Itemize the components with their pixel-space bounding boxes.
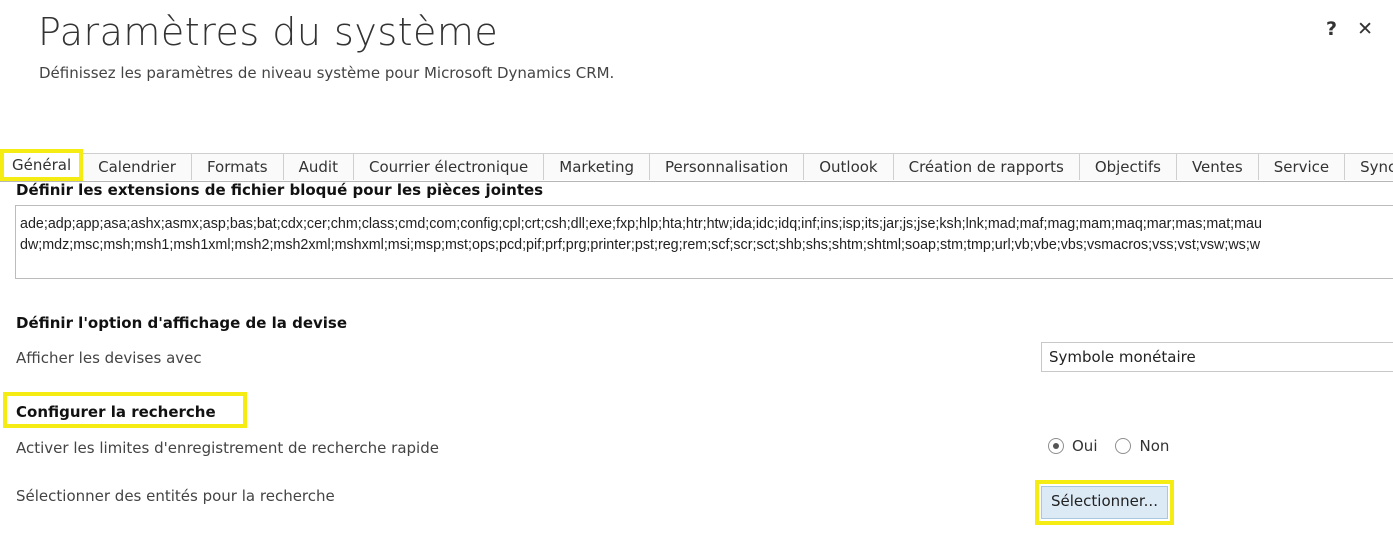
tab-calendrier[interactable]: Calendrier bbox=[83, 153, 192, 180]
tab-courrier-electronique[interactable]: Courrier électronique bbox=[353, 153, 545, 180]
tab-objectifs[interactable]: Objectifs bbox=[1079, 153, 1177, 180]
radio-oui-label[interactable]: Oui bbox=[1072, 437, 1097, 455]
quick-search-limit-label: Activer les limites d'enregistrement de … bbox=[16, 439, 439, 457]
currency-heading: Définir l'option d'affichage de la devis… bbox=[16, 314, 348, 332]
radio-non[interactable] bbox=[1115, 438, 1132, 454]
search-entities-label: Sélectionner des entités pour la recherc… bbox=[16, 487, 335, 505]
quick-search-limit-radio-group: Oui Non bbox=[1048, 437, 1187, 455]
tab-service[interactable]: Service bbox=[1258, 153, 1346, 180]
radio-oui[interactable] bbox=[1048, 438, 1064, 454]
currency-label: Afficher les devises avec bbox=[16, 349, 202, 367]
select-button-highlight: Sélectionner... bbox=[1035, 480, 1174, 525]
tab-bar: Général Calendrier Formats Audit Courrie… bbox=[0, 149, 1393, 182]
search-heading: Configurer la recherche bbox=[16, 403, 216, 421]
select-entities-button[interactable]: Sélectionner... bbox=[1041, 486, 1168, 519]
tab-marketing[interactable]: Marketing bbox=[544, 153, 651, 180]
help-icon[interactable]: ? bbox=[1326, 18, 1337, 40]
extensions-line-2: dw;mdz;msc;msh;msh1;msh1xml;msh2;msh2xml… bbox=[20, 237, 1261, 253]
tab-synch[interactable]: Synch bbox=[1345, 153, 1393, 180]
blocked-extensions-textarea[interactable]: ade;adp;app;asa;ashx;asmx;asp;bas;bat;cd… bbox=[15, 205, 1393, 279]
tab-formats[interactable]: Formats bbox=[191, 153, 284, 180]
tab-audit[interactable]: Audit bbox=[283, 153, 354, 180]
tab-creation-rapports[interactable]: Création de rapports bbox=[893, 153, 1080, 180]
tab-general[interactable]: Général bbox=[0, 149, 84, 181]
tab-ventes[interactable]: Ventes bbox=[1176, 153, 1259, 180]
close-icon[interactable]: ✕ bbox=[1357, 18, 1373, 40]
page-title: Paramètres du système bbox=[38, 10, 499, 54]
extensions-line-1: ade;adp;app;asa;ashx;asmx;asp;bas;bat;cd… bbox=[20, 216, 1262, 232]
currency-display-select[interactable]: Symbole monétaire bbox=[1041, 342, 1393, 372]
tab-personnalisation[interactable]: Personnalisation bbox=[650, 153, 805, 180]
page-subtitle: Définissez les paramètres de niveau syst… bbox=[39, 64, 615, 82]
top-icons: ? ✕ bbox=[1326, 18, 1373, 40]
tab-outlook[interactable]: Outlook bbox=[804, 153, 894, 180]
radio-non-label[interactable]: Non bbox=[1139, 437, 1169, 455]
blocked-extensions-heading: Définir les extensions de fichier bloqué… bbox=[16, 181, 544, 199]
